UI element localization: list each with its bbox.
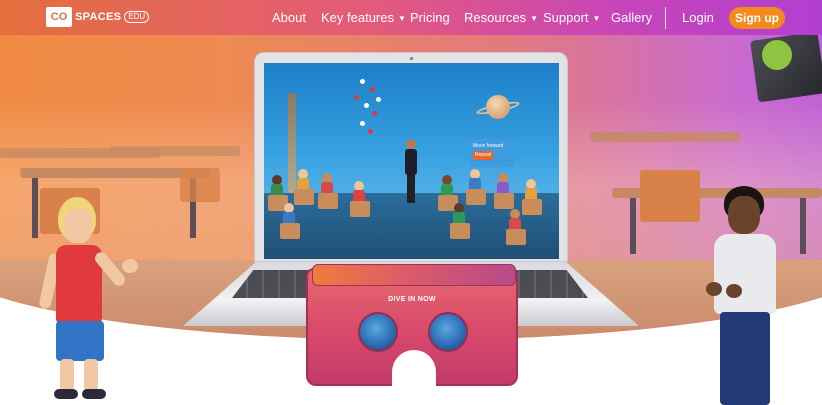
chair	[180, 168, 220, 202]
nav-resources[interactable]: Resources ▼	[464, 10, 538, 25]
saturn-planet	[486, 95, 510, 119]
vr-viewer-headset: DIVE IN NOW	[306, 264, 518, 390]
nav-key-features[interactable]: Key features ▼	[321, 10, 406, 25]
logo-text: SPACES	[75, 11, 122, 23]
logo-badge: CO	[46, 7, 72, 27]
screen-sign-line2: Repeat	[473, 151, 494, 160]
decorative-plant	[762, 40, 792, 70]
login-link[interactable]: Login	[682, 10, 714, 25]
chevron-down-icon: ▼	[530, 14, 539, 23]
nav-pricing-label: Pricing	[410, 10, 450, 25]
laptop: Move forward Repeat	[254, 52, 568, 262]
nav-support[interactable]: Support ▼	[543, 10, 600, 25]
nav-key-features-label: Key features	[321, 10, 394, 25]
vr-viewer-top-flap	[312, 264, 516, 286]
nav-resources-label: Resources	[464, 10, 527, 25]
chair	[640, 170, 700, 222]
molecule-atom	[354, 95, 359, 100]
molecule-atom	[360, 121, 365, 126]
nav-gallery-label: Gallery	[611, 10, 653, 25]
chevron-down-icon: ▼	[398, 14, 406, 23]
vr-nose-cutout	[392, 350, 436, 390]
molecule-atom	[372, 111, 377, 116]
laptop-camera	[410, 57, 413, 60]
molecule-atom	[360, 79, 365, 84]
nav-divider	[665, 7, 666, 29]
logo-edu-badge: EDU	[124, 11, 150, 23]
screen-code-block-sign: Move forward Repeat	[470, 139, 514, 167]
nav-about[interactable]: About	[272, 10, 306, 25]
character-boy	[704, 186, 794, 405]
nav-about-label: About	[272, 10, 306, 25]
chevron-down-icon: ▼	[592, 14, 601, 23]
vr-viewer-label: DIVE IN NOW	[388, 296, 436, 303]
character-girl	[38, 197, 148, 403]
screen-sign-line1: Move forward	[473, 143, 504, 149]
teacher-avatar	[404, 139, 418, 209]
top-navbar: CO SPACES EDU About Key features ▼ Pricin…	[0, 0, 822, 35]
molecule-atom	[376, 97, 381, 102]
vr-lens-right	[428, 312, 468, 352]
nav-support-label: Support	[543, 10, 589, 25]
molecule-atom	[368, 129, 373, 134]
vr-lens-left	[358, 312, 398, 352]
nav-pricing[interactable]: Pricing	[410, 10, 450, 25]
molecule-atom	[364, 103, 369, 108]
laptop-screen-vr-classroom: Move forward Repeat	[264, 63, 559, 259]
nav-gallery[interactable]: Gallery	[611, 10, 652, 25]
cospaces-edu-logo[interactable]: CO SPACES EDU	[46, 7, 150, 27]
molecule-atom	[370, 87, 375, 92]
signup-button[interactable]: Sign up	[729, 7, 785, 29]
desk	[110, 146, 240, 156]
desk	[590, 132, 740, 142]
statue	[288, 93, 296, 193]
